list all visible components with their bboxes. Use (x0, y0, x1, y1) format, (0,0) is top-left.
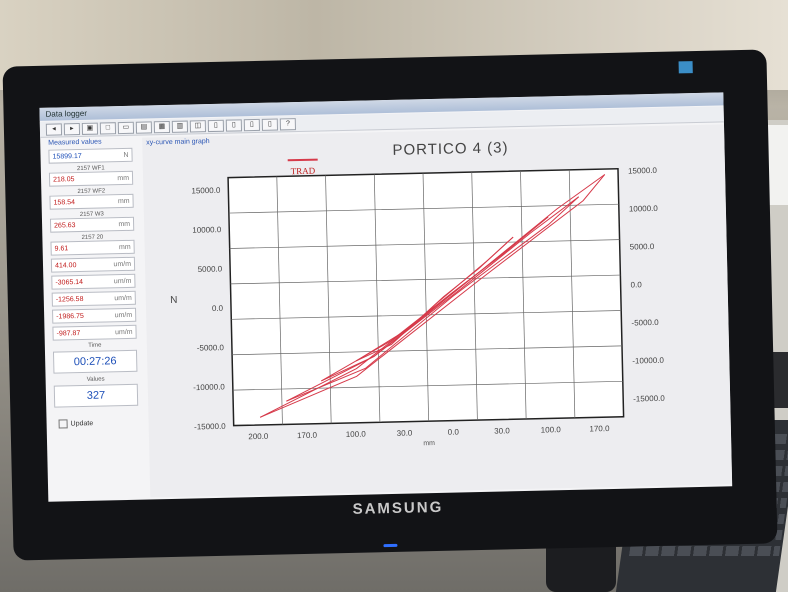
toolbar-button-1[interactable]: ▸ (63, 122, 81, 136)
y-tick-label-left: -10000.0 (193, 382, 225, 392)
y-tick-label-left: -5000.0 (197, 343, 225, 353)
measured-value-row: 218.05 mm (48, 170, 134, 187)
x-tick-label: 100.0 (346, 430, 367, 439)
x-tick-label: 170.0 (297, 431, 318, 440)
panel-header: Measured values (48, 138, 102, 147)
measured-value: -987.87 (56, 330, 81, 338)
y-tick-label-right: 5000.0 (630, 242, 655, 252)
toolbar-button-4[interactable]: ▭ (117, 121, 135, 135)
checkbox-icon (58, 419, 68, 429)
x-axis-label: mm (423, 440, 435, 447)
graph-area: xy-curve main graph PORTICO 4 (3) 200.0 1… (142, 124, 733, 498)
measured-value-row: 414.00 um/m (50, 256, 136, 273)
x-tick-label: 170.0 (589, 424, 610, 433)
measured-value-row: 9.61 mm (50, 239, 135, 256)
measured-value-row: -987.87 um/m (52, 324, 137, 341)
measured-value-row: -1256.58 um/m (51, 290, 136, 307)
measured-unit: mm (117, 197, 130, 206)
measured-value-row: -1986.75 um/m (52, 307, 137, 324)
update-checkbox[interactable]: Update (58, 418, 145, 429)
measured-unit: N (123, 151, 129, 160)
measured-value-row: 15899.17 N (48, 147, 133, 164)
y-tick-label-right: -5000.0 (631, 318, 659, 328)
toolbar-button-13[interactable]: ? (279, 118, 297, 131)
toolbar-button-10[interactable]: ▯ (225, 119, 243, 132)
toolbar-button-7[interactable]: ▥ (171, 120, 189, 133)
y-tick-label-right: -10000.0 (632, 356, 664, 366)
measured-value: -1986.75 (56, 312, 84, 321)
monitor: SAMSUNG Data logger ◂ ▸ ▣ □ ▭ ▤ ▦ ▥ ◫ ▯ ▯ ▯ ▯? Measu… (2, 49, 778, 561)
legend-label: TRAD (291, 166, 316, 177)
toolbar-button-6[interactable]: ▦ (153, 120, 171, 134)
measured-value: 15899.17 (52, 152, 82, 161)
y-tick-label-right: 10000.0 (629, 204, 659, 214)
y-tick-label-left: -15000.0 (194, 422, 226, 432)
measured-unit: mm (118, 220, 131, 229)
time-display: 00:27:26 (52, 349, 138, 374)
toolbar-button-3[interactable]: □ (99, 122, 117, 135)
measured-unit: um/m (113, 277, 132, 286)
y-tick-label-left: 15000.0 (191, 186, 221, 196)
screen: Data logger ◂ ▸ ▣ □ ▭ ▤ ▦ ▥ ◫ ▯ ▯ ▯ ▯? Measured valu… (39, 92, 733, 502)
x-tick-label: 30.0 (397, 429, 413, 438)
measured-value: 218.05 (53, 176, 75, 184)
measured-value: -1256.58 (55, 295, 84, 304)
y-tick-label-left: 0.0 (212, 304, 224, 313)
measured-value: 414.00 (54, 262, 77, 270)
measured-unit: um/m (114, 294, 132, 303)
y-axis-label: N (170, 295, 177, 306)
count-label: Values (86, 376, 105, 383)
measured-value: 265.63 (54, 222, 76, 230)
toolbar-button-5[interactable]: ▤ (135, 121, 153, 134)
legend-swatch (287, 158, 318, 162)
measured-values-panel: Measured values 15899.17 N 2157 WF1 218.05 m… (44, 138, 146, 500)
measured-value: -3065.14 (55, 278, 84, 287)
measured-value-row: -3065.14 um/m (51, 273, 136, 290)
measured-unit: mm (117, 174, 130, 183)
update-checkbox-label: Update (70, 420, 94, 428)
x-tick-label: 100.0 (541, 425, 562, 434)
count-value: 327 (86, 389, 106, 402)
toolbar-button-9[interactable]: ▯ (207, 119, 225, 133)
y-tick-label-left: 5000.0 (198, 264, 223, 274)
x-tick-label: 0.0 (448, 427, 460, 436)
toolbar-button-0[interactable]: ◂ (45, 123, 63, 136)
measured-value: 9.61 (54, 245, 69, 253)
time-value: 00:27:26 (73, 355, 117, 369)
monitor-sticker (678, 61, 693, 74)
power-led-icon (383, 543, 398, 548)
x-tick-label: 200.0 (248, 432, 269, 441)
x-tick-label: 30.0 (494, 426, 510, 435)
measured-unit: um/m (114, 311, 133, 320)
toolbar-button-8[interactable]: ◫ (189, 120, 207, 133)
y-tick-label-right: 15000.0 (628, 166, 658, 176)
xy-chart: 200.0 170.0 100.0 30.0 0.0 30.0 100.0 170.0 1500… (170, 158, 665, 447)
toolbar-button-2[interactable]: ▣ (81, 122, 99, 135)
y-tick-label-right: -15000.0 (633, 394, 665, 404)
measured-unit: um/m (113, 260, 132, 269)
toolbar-button-11[interactable]: ▯ (243, 118, 261, 132)
toolbar-button-12[interactable]: ▯ (261, 118, 279, 131)
y-tick-label-left: 10000.0 (192, 225, 222, 235)
y-tick-label-right: 0.0 (631, 280, 643, 289)
count-display: 327 (53, 383, 139, 408)
measured-value-row: 158.54 mm (49, 193, 134, 210)
measured-unit: um/m (114, 328, 133, 337)
monitor-brand: SAMSUNG (352, 498, 444, 518)
time-label: Time (88, 342, 102, 349)
measured-value: 158.54 (53, 199, 76, 207)
measured-unit: mm (118, 243, 131, 252)
measured-value-row: 265.63 mm (49, 216, 135, 233)
